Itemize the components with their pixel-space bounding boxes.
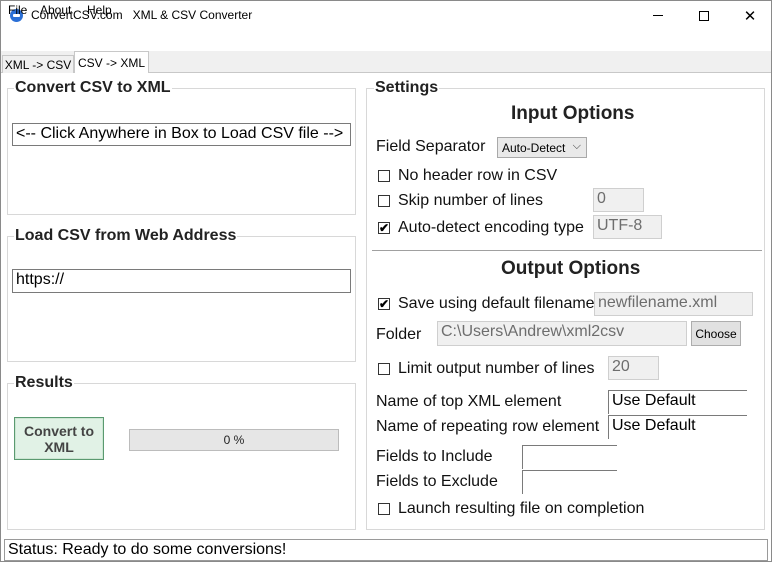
menu-help[interactable]: Help: [87, 3, 112, 17]
check-mark-icon: ✔: [379, 221, 390, 235]
minimize-button[interactable]: [635, 0, 681, 31]
output-options-heading: Output Options: [501, 258, 641, 279]
save-default-checkbox[interactable]: ✔: [378, 298, 390, 310]
folder-label: Folder: [376, 326, 422, 343]
convert-csv-group: [7, 88, 356, 215]
tab-xml-to-csv[interactable]: XML -> CSV: [2, 55, 74, 73]
folder-input[interactable]: C:\Users\Andrew\xml2csv: [437, 321, 687, 346]
close-button[interactable]: ✕: [727, 0, 772, 31]
input-options-heading: Input Options: [511, 103, 635, 124]
status-bar: Status: Ready to do some conversions!: [4, 539, 768, 561]
convert-button[interactable]: Convert to XML: [14, 417, 104, 460]
skip-lines-label: Skip number of lines: [398, 192, 543, 209]
load-csv-file-box[interactable]: <-- Click Anywhere in Box to Load CSV fi…: [12, 123, 351, 146]
fields-exclude-label: Fields to Exclude: [376, 473, 498, 490]
field-separator-label: Field Separator: [376, 138, 486, 155]
top-xml-element-label: Name of top XML element: [376, 393, 562, 410]
auto-encoding-checkbox[interactable]: ✔: [378, 222, 390, 234]
progress-bar: 0 %: [129, 429, 339, 451]
menu-bar: [0, 31, 772, 51]
close-icon: ✕: [743, 7, 757, 25]
limit-lines-input[interactable]: 20: [608, 356, 659, 380]
field-separator-select[interactable]: Auto-Detect ⌵: [497, 137, 587, 158]
settings-group-title: Settings: [374, 79, 440, 97]
settings-divider: [372, 250, 762, 251]
no-header-label: No header row in CSV: [398, 167, 558, 184]
repeating-row-label: Name of repeating row element: [376, 418, 600, 435]
tab-csv-to-xml[interactable]: CSV -> XML: [74, 51, 149, 73]
chevron-down-icon: ⌵: [572, 140, 581, 152]
minimize-icon: [653, 15, 663, 16]
filename-input[interactable]: newfilename.xml: [594, 292, 753, 316]
encoding-input[interactable]: UTF-8: [593, 215, 662, 239]
fields-include-input[interactable]: [522, 445, 617, 469]
top-xml-element-input[interactable]: Use Default: [608, 390, 747, 414]
choose-folder-button[interactable]: Choose: [691, 321, 741, 346]
limit-lines-label: Limit output number of lines: [398, 360, 595, 377]
fields-include-label: Fields to Include: [376, 448, 493, 465]
results-group-title: Results: [14, 374, 74, 392]
launch-file-label: Launch resulting file on completion: [398, 500, 645, 517]
launch-file-checkbox[interactable]: [378, 503, 390, 515]
maximize-button[interactable]: [681, 0, 727, 31]
menu-about[interactable]: About: [40, 3, 71, 17]
load-web-group-title: Load CSV from Web Address: [14, 227, 238, 245]
skip-lines-input[interactable]: 0: [593, 188, 644, 212]
menu-file[interactable]: File: [8, 3, 27, 17]
field-separator-value: Auto-Detect: [502, 140, 566, 155]
no-header-checkbox[interactable]: [378, 170, 390, 182]
save-default-label: Save using default filename: [398, 295, 595, 312]
auto-encoding-label: Auto-detect encoding type: [398, 219, 584, 236]
limit-lines-checkbox[interactable]: [378, 363, 390, 375]
check-mark-icon: ✔: [379, 297, 390, 311]
fields-exclude-input[interactable]: [522, 470, 617, 494]
load-web-group: [7, 236, 356, 362]
web-address-input[interactable]: https://: [12, 269, 351, 293]
convert-csv-group-title: Convert CSV to XML: [14, 79, 172, 97]
skip-lines-checkbox[interactable]: [378, 195, 390, 207]
repeating-row-input[interactable]: Use Default: [608, 415, 747, 439]
maximize-icon: [699, 10, 709, 21]
